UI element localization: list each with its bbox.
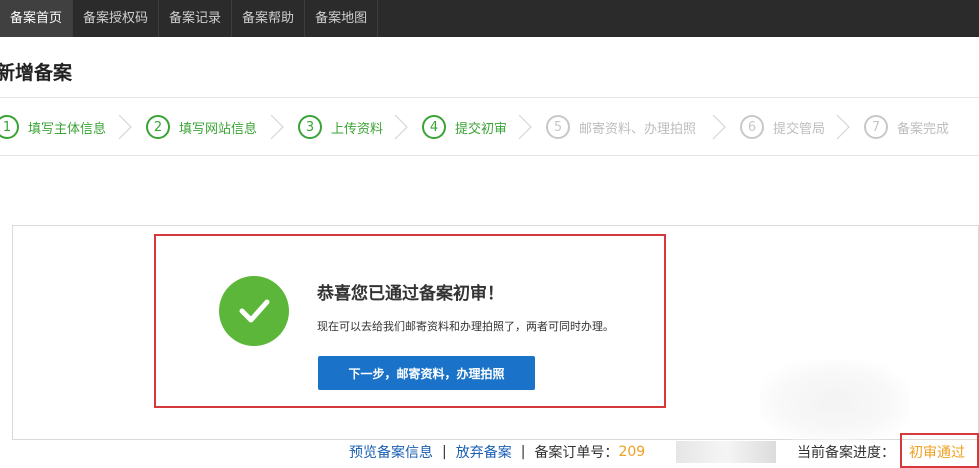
check-circle-icon — [219, 276, 289, 346]
step-label: 填写主体信息 — [28, 121, 107, 137]
step-4: 4 提交初审 — [422, 98, 507, 156]
checkmark-icon — [239, 299, 270, 323]
step-number: 3 — [298, 115, 322, 139]
redacted-order-number — [676, 441, 776, 463]
step-3: 3 上传资料 — [298, 98, 383, 156]
next-step-button[interactable]: 下一步，邮寄资料，办理拍照 — [318, 356, 535, 390]
step-7: 7 备案完成 — [864, 98, 949, 156]
step-number: 1 — [0, 115, 19, 139]
nav-item-help[interactable]: 备案帮助 — [232, 0, 306, 37]
step-label: 提交初审 — [455, 121, 508, 137]
order-number-label: 备案订单号： — [534, 445, 619, 461]
step-2: 2 填写网站信息 — [146, 98, 257, 156]
preview-info-link[interactable]: 预览备案信息 — [349, 442, 433, 462]
top-nav: 备案首页 备案授权码 备案记录 备案帮助 备案地图 — [0, 0, 979, 37]
step-number: 6 — [740, 115, 764, 139]
nav-item-records[interactable]: 备案记录 — [159, 0, 233, 37]
nav-item-home[interactable]: 备案首页 — [0, 0, 74, 37]
step-label: 上传资料 — [331, 121, 384, 137]
step-indicator: 1 填写主体信息 2 填写网站信息 3 上传资料 4 提交初审 5 邮寄资料、办… — [0, 98, 979, 156]
footer-separator: | — [442, 444, 447, 460]
nav-item-map[interactable]: 备案地图 — [305, 0, 379, 37]
chevron-right-icon — [394, 114, 408, 140]
page-title: 新增备案 — [0, 62, 73, 84]
success-description: 现在可以去给我们邮寄资料和办理拍照了，两者可同时办理。 — [317, 320, 614, 333]
chevron-right-icon — [270, 114, 284, 140]
order-number-value: 209 — [618, 444, 646, 460]
abandon-link[interactable]: 放弃备案 — [456, 442, 512, 462]
step-label: 提交管局 — [773, 121, 826, 137]
step-number: 4 — [422, 115, 446, 139]
step-label: 备案完成 — [897, 121, 950, 137]
chevron-right-icon — [518, 114, 532, 140]
step-number: 2 — [146, 115, 170, 139]
step-1: 1 填写主体信息 — [0, 98, 106, 156]
chevron-right-icon — [118, 114, 132, 140]
footer-separator: | — [520, 444, 526, 460]
chevron-right-icon — [712, 114, 726, 140]
nav-item-auth-code[interactable]: 备案授权码 — [73, 0, 160, 37]
footer-bar: 预览备案信息 | 放弃备案 | 备案订单号： 209 — [349, 441, 645, 463]
step-6: 6 提交管局 — [740, 98, 825, 156]
step-label: 邮寄资料、办理拍照 — [579, 121, 697, 137]
step-label: 填写网站信息 — [179, 121, 258, 137]
status-value: 初审通过 — [909, 445, 965, 461]
step-number: 7 — [864, 115, 888, 139]
chevron-right-icon — [836, 114, 850, 140]
success-title: 恭喜您已通过备案初审！ — [317, 284, 504, 304]
progress-label: 当前备案进度： — [797, 445, 895, 461]
step-number: 5 — [546, 115, 570, 139]
blurred-region — [760, 360, 910, 445]
step-5: 5 邮寄资料、办理拍照 — [546, 98, 696, 156]
